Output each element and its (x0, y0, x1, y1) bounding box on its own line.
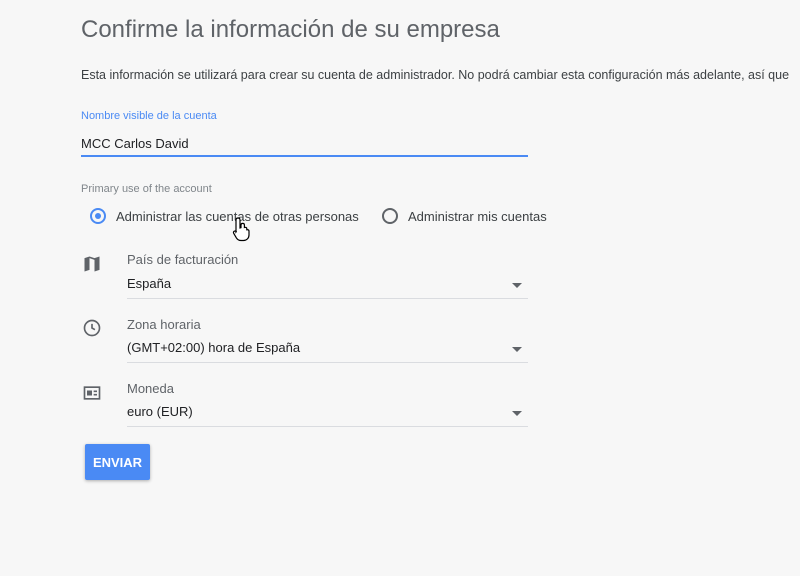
timezone-value: (GMT+02:00) hora de España (127, 340, 301, 355)
currency-label: Moneda (127, 381, 174, 396)
timezone-select[interactable]: (GMT+02:00) hora de España (127, 338, 528, 363)
page-description: Esta información se utilizará para crear… (81, 68, 790, 82)
radio-checked-icon (90, 208, 106, 224)
country-value: España (127, 276, 172, 291)
currency-value: euro (EUR) (127, 404, 193, 419)
radio-manage-mine-label: Administrar mis cuentas (408, 208, 547, 224)
currency-icon (83, 386, 101, 400)
currency-select[interactable]: euro (EUR) (127, 402, 528, 427)
page-title: Confirme la información de su empresa (81, 16, 500, 43)
account-name-input[interactable] (81, 131, 528, 157)
primary-use-label: Primary use of the account (81, 183, 212, 195)
map-icon (84, 256, 100, 272)
radio-manage-mine[interactable]: Administrar mis cuentas (382, 206, 547, 226)
clock-icon (83, 319, 101, 337)
dropdown-arrow-icon (512, 411, 522, 416)
country-select[interactable]: España (127, 274, 528, 299)
country-label: País de facturación (127, 252, 239, 267)
dropdown-arrow-icon (512, 347, 522, 352)
timezone-label: Zona horaria (127, 317, 201, 332)
dropdown-arrow-icon (512, 283, 522, 288)
radio-unchecked-icon (382, 208, 398, 224)
submit-button[interactable]: ENVIAR (85, 444, 150, 480)
radio-manage-others[interactable]: Administrar las cuentas de otras persona… (90, 206, 359, 226)
account-name-label: Nombre visible de la cuenta (81, 110, 217, 122)
hand-cursor-icon (232, 217, 250, 242)
